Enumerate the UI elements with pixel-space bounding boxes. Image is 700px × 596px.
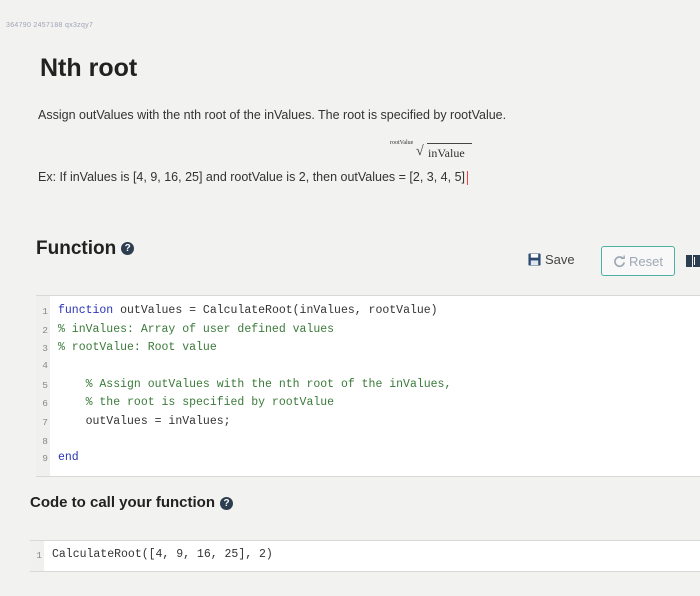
function-heading-label: Function bbox=[36, 238, 117, 259]
call-function-heading: Code to call your function? bbox=[30, 494, 234, 511]
line-number: 4 bbox=[42, 360, 48, 371]
code-line[interactable]: function outValues = CalculateRoot(inVal… bbox=[58, 304, 438, 317]
reset-button[interactable]: Reset bbox=[601, 246, 675, 276]
code-line[interactable]: % inValues: Array of user defined values bbox=[58, 323, 334, 336]
function-code-editor[interactable]: 1 function outValues = CalculateRoot(inVa… bbox=[36, 295, 700, 477]
code-token: % rootValue: Root value bbox=[58, 341, 217, 354]
panel-toggle-icon[interactable] bbox=[686, 255, 700, 267]
line-number: 3 bbox=[42, 343, 48, 354]
line-number: 2 bbox=[42, 325, 48, 336]
function-heading: Function? bbox=[36, 238, 135, 260]
code-line[interactable]: % the root is specified by rootValue bbox=[58, 396, 334, 409]
problem-id-label: 364790 2457188 qx3zqy7 bbox=[6, 22, 94, 29]
line-number: 1 bbox=[42, 306, 48, 317]
reset-button-label: Reset bbox=[629, 253, 663, 269]
floppy-disk-icon bbox=[528, 253, 541, 266]
formula-index: rootValue bbox=[390, 140, 414, 146]
help-icon[interactable]: ? bbox=[220, 496, 234, 510]
line-number: 5 bbox=[42, 380, 48, 391]
example-sentence: Ex: If inValues is [4, 9, 16, 25] and ro… bbox=[38, 170, 466, 184]
line-number: 9 bbox=[42, 453, 48, 464]
code-token: function bbox=[58, 304, 114, 317]
line-number: 8 bbox=[42, 436, 48, 447]
radical-icon: √ bbox=[416, 144, 424, 159]
code-line[interactable]: CalculateRoot([4, 9, 16, 25], 2) bbox=[52, 548, 273, 561]
code-token: outValues = inValues; bbox=[58, 415, 231, 428]
code-token: end bbox=[58, 451, 79, 464]
call-heading-label: Code to call your function bbox=[30, 494, 216, 511]
line-number: 1 bbox=[36, 550, 42, 561]
code-token: % the root is specified by rootValue bbox=[58, 396, 335, 409]
help-icon[interactable]: ? bbox=[121, 242, 135, 256]
call-code-editor[interactable]: 1 CalculateRoot([4, 9, 16, 25], 2) bbox=[30, 540, 700, 572]
save-button[interactable]: Save bbox=[528, 252, 575, 267]
line-number: 7 bbox=[42, 417, 48, 428]
reset-arrow-icon bbox=[614, 254, 625, 267]
radical-bar bbox=[427, 143, 472, 144]
code-line[interactable]: end bbox=[58, 451, 79, 464]
page-title: Nth root bbox=[40, 54, 138, 82]
save-button-label: Save bbox=[545, 252, 575, 267]
code-token: % Assign outValues with the nth root of … bbox=[58, 378, 452, 391]
code-token: outValues = CalculateRoot(inValues, root… bbox=[113, 304, 438, 317]
line-number: 6 bbox=[42, 398, 48, 409]
code-line[interactable]: % Assign outValues with the nth root of … bbox=[58, 378, 452, 391]
code-line[interactable]: % rootValue: Root value bbox=[58, 341, 217, 354]
text-cursor bbox=[467, 170, 469, 185]
problem-description: Assign outValues with the nth root of th… bbox=[38, 108, 507, 122]
code-line[interactable]: outValues = inValues; bbox=[58, 415, 231, 428]
formula-argument: inValue bbox=[428, 146, 465, 160]
code-token: % inValues: Array of user defined values bbox=[58, 323, 335, 336]
example-text: Ex: If inValues is [4, 9, 16, 25] and ro… bbox=[38, 170, 469, 185]
